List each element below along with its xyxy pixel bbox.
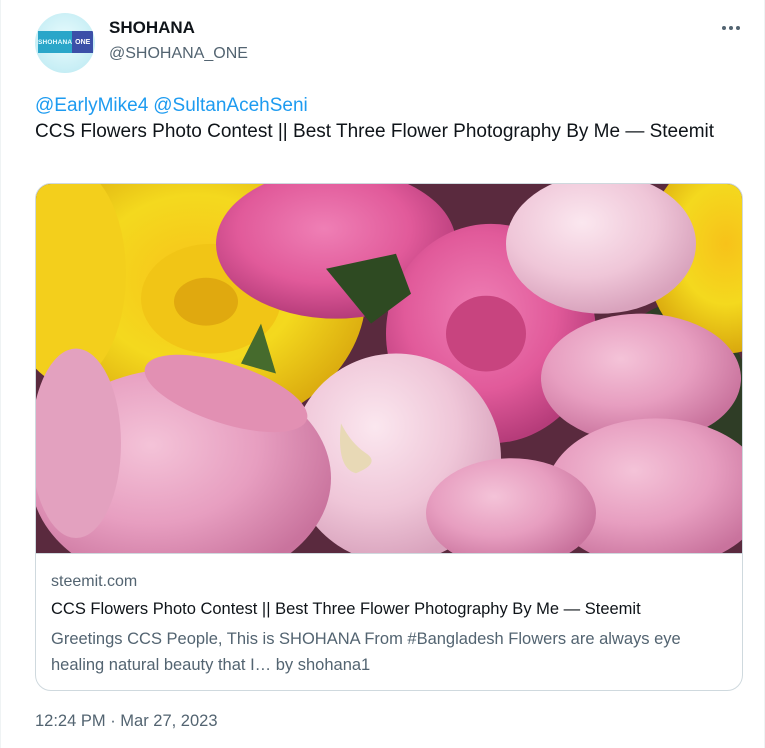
author-name[interactable]: SHOHANA <box>109 18 195 38</box>
card-domain: steemit.com <box>51 573 138 590</box>
avatar-logo-text-right: ONE <box>72 31 94 53</box>
tweet-container: SHOHANA ONE SHOHANA @SHOHANA_ONE @EarlyM… <box>0 0 765 748</box>
tweet-text: CCS Flowers Photo Contest || Best Three … <box>35 121 715 142</box>
mention-link[interactable]: @EarlyMike4 <box>35 95 148 116</box>
flower-photo[interactable] <box>36 184 742 554</box>
author-handle[interactable]: @SHOHANA_ONE <box>109 45 248 63</box>
avatar-logo: SHOHANA ONE <box>38 31 94 53</box>
more-dot <box>736 26 740 30</box>
tweet-timestamp[interactable]: 12:24 PM · Mar 27, 2023 <box>35 712 218 731</box>
more-dot <box>722 26 726 30</box>
link-card[interactable]: steemit.com CCS Flowers Photo Contest ||… <box>35 183 743 691</box>
avatar-logo-text-left: SHOHANA <box>38 31 73 53</box>
more-horizontal-icon[interactable] <box>719 16 743 40</box>
card-description: Greetings CCS People, This is SHOHANA Fr… <box>51 630 681 674</box>
mention-link[interactable]: @SultanAcehSeni <box>153 95 308 116</box>
avatar[interactable]: SHOHANA ONE <box>35 13 95 73</box>
card-title: CCS Flowers Photo Contest || Best Three … <box>51 600 641 618</box>
tweet-mentions: @EarlyMike4 @SultanAcehSeni <box>35 95 308 117</box>
more-dot <box>729 26 733 30</box>
